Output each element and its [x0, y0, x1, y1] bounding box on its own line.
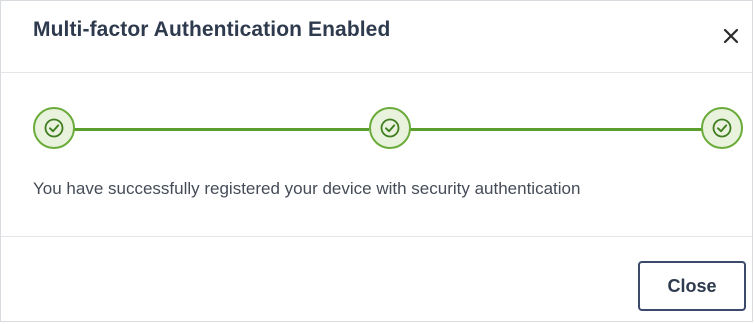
progress-stepper: [33, 105, 745, 155]
check-circle-icon: [712, 118, 732, 138]
close-icon[interactable]: [720, 25, 742, 47]
step-connector-2: [409, 128, 703, 131]
step-3-complete: [701, 107, 743, 149]
success-message: You have successfully registered your de…: [33, 179, 581, 198]
step-1-complete: [33, 107, 75, 149]
dialog-header: Multi-factor Authentication Enabled: [1, 1, 752, 73]
step-connector-1: [73, 128, 369, 131]
check-circle-icon: [380, 118, 400, 138]
dialog-body: You have successfully registered your de…: [1, 73, 752, 237]
close-button[interactable]: Close: [638, 261, 746, 311]
mfa-enabled-dialog: Multi-factor Authentication Enabled You …: [0, 0, 753, 322]
dialog-footer: Close: [1, 237, 752, 323]
step-2-complete: [369, 107, 411, 149]
dialog-title: Multi-factor Authentication Enabled: [33, 18, 391, 41]
check-circle-icon: [44, 118, 64, 138]
